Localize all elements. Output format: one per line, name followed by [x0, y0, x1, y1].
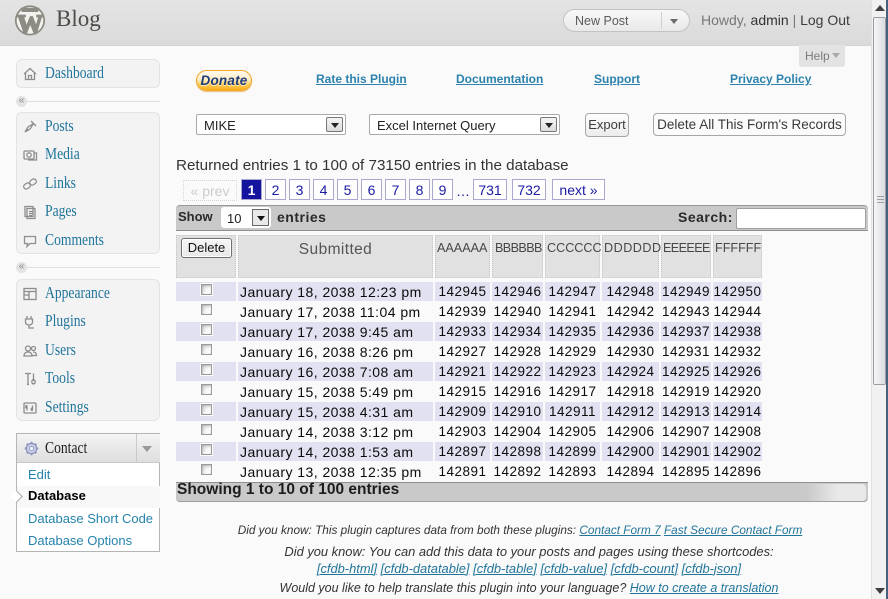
- svg-text:W: W: [17, 10, 43, 39]
